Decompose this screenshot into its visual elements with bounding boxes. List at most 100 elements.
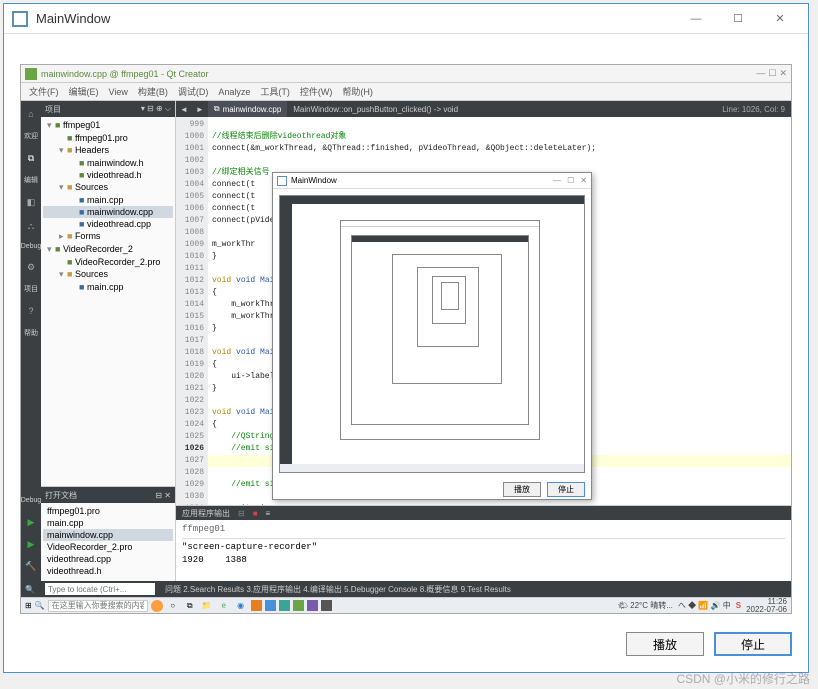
tree-item[interactable]: ▾■ ffmpeg01 — [43, 119, 173, 132]
recursion-level-4 — [392, 254, 502, 384]
tree-item[interactable]: ■ main.cpp — [43, 194, 173, 206]
menu-edit[interactable]: 编辑(E) — [69, 85, 99, 98]
output-header: 应用程序输出 ⊟ ■ ≡ — [176, 506, 791, 520]
nav-fwd-icon[interactable]: ► — [192, 105, 208, 114]
line-gutter: 999 1000 1001 1002 1003 1004 1005 1006 1… — [176, 117, 208, 505]
edge2-icon[interactable]: ◉ — [234, 600, 248, 612]
qt-statusbar: 🔍 问题 2.Search Results 3.应用程序输出 4.编译输出 5.… — [21, 581, 791, 597]
tree-item[interactable]: ■ mainwindow.h — [43, 157, 173, 169]
opendocs-list[interactable]: ffmpeg01.promain.cppmainwindow.cppVideoR… — [41, 503, 175, 579]
opendoc-item[interactable]: videothread.h — [43, 565, 173, 577]
task-icon[interactable] — [151, 600, 163, 612]
mode-edit-icon[interactable]: ⧉ — [24, 151, 38, 165]
build-icon[interactable]: 🔨 — [24, 559, 38, 573]
locate-icon[interactable]: 🔍 — [25, 585, 35, 594]
qt-maximize-icon[interactable]: ☐ — [768, 68, 776, 79]
code-area[interactable]: 999 1000 1001 1002 1003 1004 1005 1006 1… — [176, 117, 791, 505]
nested-close-icon[interactable]: ✕ — [580, 176, 587, 185]
kit-selector-icon[interactable]: Debug — [24, 493, 38, 507]
tree-item[interactable]: ■ videothread.h — [43, 169, 173, 181]
mode-debug-icon[interactable]: ⛬ — [24, 219, 38, 233]
taskbar-search[interactable] — [48, 600, 148, 612]
stop-icon[interactable]: ■ — [253, 509, 258, 518]
nested-max-icon[interactable]: ☐ — [567, 176, 574, 185]
search-icon[interactable]: 🔍 — [35, 601, 45, 610]
menu-view[interactable]: View — [109, 87, 128, 97]
tree-item[interactable]: ■ VideoRecorder_2.pro — [43, 256, 173, 268]
tree-item[interactable]: ▸■ Forms — [43, 230, 173, 243]
menu-analyze[interactable]: Analyze — [218, 87, 250, 97]
qt-minimize-icon[interactable]: — — [756, 68, 765, 79]
tree-item[interactable]: ▾■ Sources — [43, 181, 173, 194]
opendoc-item[interactable]: main.cpp — [43, 517, 173, 529]
weather-widget[interactable]: 🌤 22°C 晴转... — [618, 600, 673, 611]
sogou-icon[interactable]: S — [736, 601, 741, 610]
tree-item[interactable]: ■ ffmpeg01.pro — [43, 132, 173, 144]
nested-stop-button[interactable]: 停止 — [547, 482, 585, 497]
edge-icon[interactable]: e — [217, 600, 231, 612]
opendocs-header: 打开文档 ⊟ ✕ — [41, 487, 175, 503]
output-body[interactable]: ffmpeg01 "screen-capture-recorder" 1920 … — [176, 520, 791, 581]
play-button[interactable]: 播放 — [626, 632, 704, 656]
app-icon-teal[interactable] — [279, 600, 290, 611]
window-title: MainWindow — [36, 11, 676, 26]
nested-play-button[interactable]: 播放 — [503, 482, 541, 497]
menu-window[interactable]: 控件(W) — [300, 85, 333, 98]
qt-taskbar-icon[interactable] — [293, 600, 304, 611]
tree-item[interactable]: ■ mainwindow.cpp — [43, 206, 173, 218]
mode-projects-label: 项目 — [24, 284, 38, 294]
system-tray[interactable]: へ ◆ 📶 🔊 中 — [678, 600, 731, 611]
nested-mainwindow-popup: MainWindow — ☐ ✕ — [272, 172, 592, 500]
app-icon-purple[interactable] — [307, 600, 318, 611]
mode-design-icon[interactable]: ◧ — [24, 195, 38, 209]
qt-icon — [25, 68, 37, 80]
taskview-icon[interactable]: ⧉ — [183, 600, 197, 612]
project-tree[interactable]: ▾■ ffmpeg01■ ffmpeg01.pro▾■ Headers■ mai… — [41, 117, 175, 486]
editor-tab-active[interactable]: ⧉ mainwindow.cpp — [208, 101, 287, 117]
nested-min-icon[interactable]: — — [553, 176, 561, 185]
mode-help-icon[interactable]: ? — [24, 304, 38, 318]
opendoc-item[interactable]: videothread.cpp — [43, 553, 173, 565]
opendoc-item[interactable]: ffmpeg01.pro — [43, 505, 173, 517]
opendocs-controls[interactable]: ⊟ ✕ — [155, 491, 171, 500]
explorer-icon[interactable]: 📁 — [200, 600, 214, 612]
project-pane-controls[interactable]: ▾ ⊟ ⊕ ⌵ — [141, 104, 171, 114]
minimize-button[interactable]: — — [676, 5, 716, 33]
stop-button[interactable]: 停止 — [714, 632, 792, 656]
menu-help[interactable]: 帮助(H) — [342, 85, 373, 98]
opendoc-item[interactable]: mainwindow.cpp — [43, 529, 173, 541]
maximize-button[interactable]: ☐ — [718, 5, 758, 33]
app-icon-grey[interactable] — [321, 600, 332, 611]
tree-item[interactable]: ▾■ VideoRecorder_2 — [43, 243, 173, 256]
output-line: "screen-capture-recorder" — [182, 541, 785, 554]
qt-close-icon[interactable]: ✕ — [779, 68, 787, 79]
mode-welcome-icon[interactable]: ⌂ — [24, 107, 38, 121]
app-icon-blue[interactable] — [265, 600, 276, 611]
nav-back-icon[interactable]: ◄ — [176, 105, 192, 114]
app-icon-orange[interactable] — [251, 600, 262, 611]
symbol-selector[interactable]: MainWindow::on_pushButton_clicked() -> v… — [287, 101, 464, 117]
menu-file[interactable]: 文件(F) — [29, 85, 59, 98]
recursion-level-6 — [432, 276, 466, 324]
status-items[interactable]: 问题 2.Search Results 3.应用程序输出 4.编译输出 5.De… — [165, 584, 511, 595]
opendoc-item[interactable]: VideoRecorder_2.pro — [43, 541, 173, 553]
clock-date[interactable]: 2022-07-06 — [746, 605, 787, 614]
mode-welcome-label: 欢迎 — [24, 131, 38, 141]
tree-item[interactable]: ■ main.cpp — [43, 281, 173, 293]
locate-input[interactable] — [45, 583, 155, 595]
cortana-icon[interactable]: ○ — [166, 600, 180, 612]
nested-title: MainWindow — [291, 176, 337, 185]
tree-item[interactable]: ■ videothread.cpp — [43, 218, 173, 230]
code-line: //线程结束后删除videothread对象 — [212, 132, 346, 141]
qt-creator-window: mainwindow.cpp @ ffmpeg01 - Qt Creator —… — [20, 64, 792, 614]
menu-tools[interactable]: 工具(T) — [260, 85, 290, 98]
menu-debug[interactable]: 调试(D) — [178, 85, 209, 98]
debug-run-icon[interactable]: ▶ — [24, 537, 38, 551]
tree-item[interactable]: ▾■ Sources — [43, 268, 173, 281]
close-button[interactable]: ✕ — [760, 5, 800, 33]
tree-item[interactable]: ▾■ Headers — [43, 144, 173, 157]
start-icon[interactable]: ⊞ — [25, 601, 32, 610]
mode-projects-icon[interactable]: ⚙ — [24, 260, 38, 274]
run-icon[interactable]: ▶ — [24, 515, 38, 529]
menu-build[interactable]: 构建(B) — [138, 85, 168, 98]
